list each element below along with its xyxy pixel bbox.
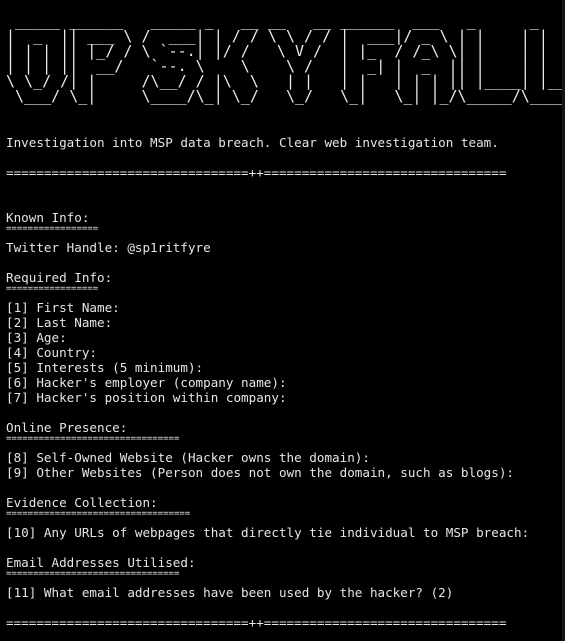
list-item: [2] Last Name: [6, 315, 113, 330]
list-item: [7] Hacker's position within company: [6, 390, 287, 405]
list-item: [11] What email addresses have been used… [6, 585, 454, 600]
email-underline: ================================ [6, 569, 180, 579]
divider-bottom: ================================++======… [6, 615, 507, 630]
list-item: [5] Interests (5 minimum): [6, 360, 204, 375]
known-info-underline: ================= [6, 224, 99, 234]
ascii-banner: _____ ______ _____ _ __ __ __ ______ ___… [6, 12, 565, 105]
twitter-handle: Twitter Handle: @sp1ritfyre [6, 240, 211, 255]
list-item: [9] Other Websites (Person does not own … [6, 465, 514, 480]
online-presence-underline: ================================ [6, 434, 180, 444]
list-item: [4] Country: [6, 345, 97, 360]
list-item: [6] Hacker's employer (company name): [6, 375, 287, 390]
evidence-underline: ================================== [6, 509, 191, 519]
divider-top: ================================++======… [6, 165, 507, 180]
email-heading: Email Addresses Utilised: [6, 555, 196, 570]
list-item: [3] Age: [6, 330, 67, 345]
required-info-heading: Required Info: [6, 270, 113, 285]
known-info-heading: Known Info: [6, 210, 90, 225]
intro-text: Investigation into MSP data breach. Clea… [6, 135, 499, 150]
list-item: [10] Any URLs of webpages that directly … [6, 525, 530, 540]
list-item: [1] First Name: [6, 300, 120, 315]
list-item: [8] Self-Owned Website (Hacker owns the … [6, 450, 370, 465]
terminal-window: _____ ______ _____ _ __ __ __ ______ ___… [0, 0, 565, 641]
online-presence-heading: Online Presence: [6, 420, 128, 435]
evidence-heading: Evidence Collection: [6, 495, 158, 510]
required-info-underline: ================= [6, 284, 99, 294]
